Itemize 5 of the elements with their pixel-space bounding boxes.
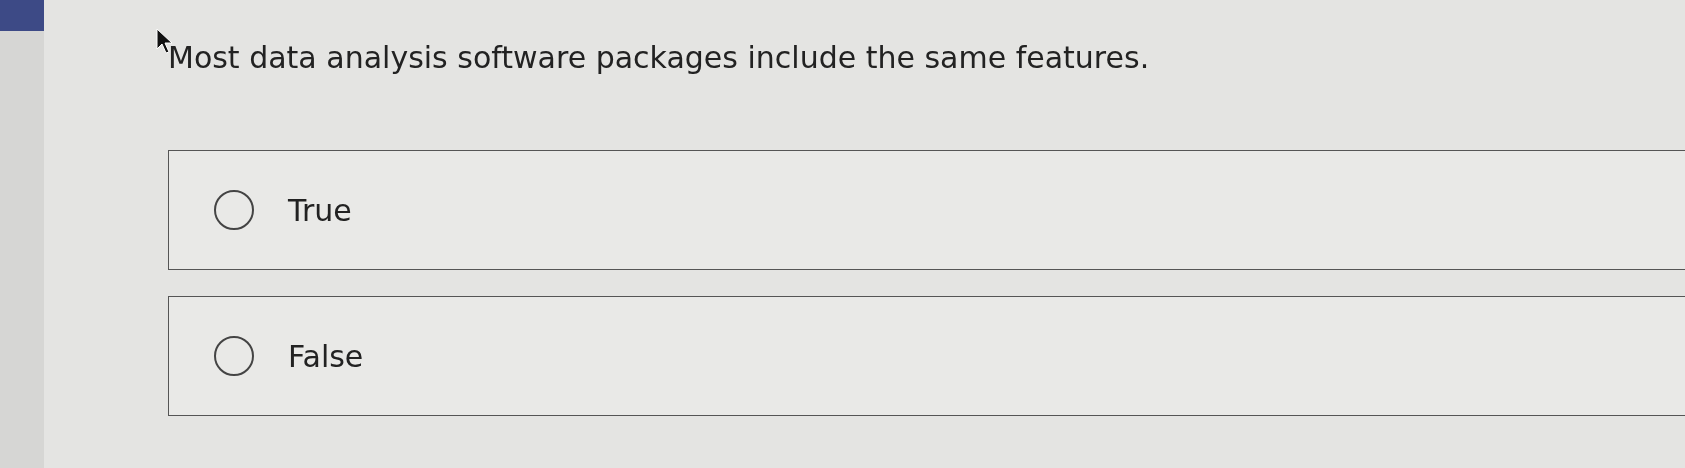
answer-option[interactable]: True: [168, 150, 1685, 270]
radio-button[interactable]: [214, 190, 254, 230]
answer-option[interactable]: False: [168, 296, 1685, 416]
radio-button[interactable]: [214, 336, 254, 376]
question-text: Most data analysis software packages include the same features.: [168, 39, 1150, 75]
